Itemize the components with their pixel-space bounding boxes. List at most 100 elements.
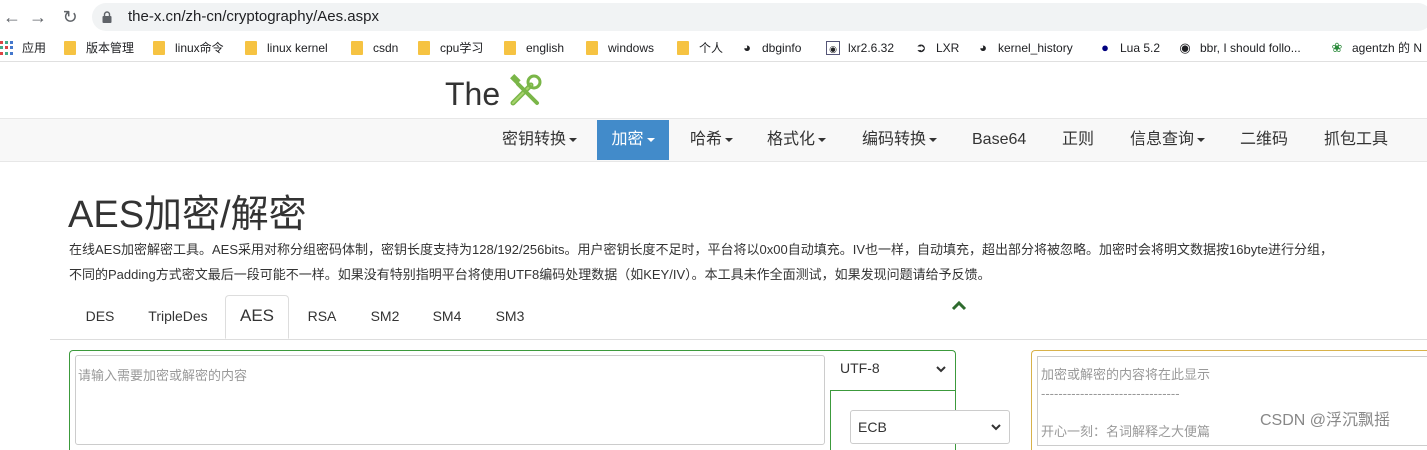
bookmark-label: lxr2.6.32: [848, 41, 895, 55]
bookmark-label: linux kernel: [267, 41, 328, 55]
url-text: the-x.cn/zh-cn/cryptography/Aes.aspx: [128, 8, 379, 25]
folder-icon: [64, 41, 76, 55]
bookmark-label: windows: [608, 41, 655, 55]
mode-select[interactable]: ECB: [850, 410, 1010, 444]
bookmark-label: linux命令: [175, 41, 224, 55]
folder-icon: [418, 41, 430, 55]
nav-label: 正则: [1062, 131, 1095, 148]
folder-icon: [586, 41, 598, 55]
plaintext-input[interactable]: 请输入需要加密或解密的内容: [75, 355, 825, 445]
globe-icon: ◕: [979, 40, 987, 55]
nav-item-encrypt[interactable]: 加密: [597, 120, 669, 160]
bookmark-item[interactable]: cpu学习: [418, 39, 483, 57]
bookmark-label: agentzh 的 N: [1352, 41, 1423, 55]
caret-down-icon: [929, 137, 938, 142]
bookmark-item[interactable]: 个人: [677, 39, 723, 57]
lock-icon: [102, 11, 112, 23]
caret-down-icon: [646, 137, 655, 142]
tab-sm4[interactable]: SM4: [422, 296, 472, 340]
bookmark-item[interactable]: csdn: [351, 39, 398, 57]
caret-down-icon: [1197, 137, 1206, 142]
nav-item-hash[interactable]: 哈希: [690, 119, 734, 161]
apps-grid-icon: [0, 41, 14, 55]
bookmark-item[interactable]: ◉ lxr2.6.32: [826, 39, 894, 57]
bookmark-item[interactable]: ◕ dbginfo: [740, 39, 801, 57]
bookmark-item[interactable]: windows: [586, 39, 654, 57]
nav-item-qrcode[interactable]: 二维码: [1240, 119, 1288, 161]
tab-aes[interactable]: AES: [225, 295, 289, 339]
bookmark-apps[interactable]: 应用: [0, 39, 46, 57]
nav-label: 哈希: [690, 131, 723, 148]
globe-icon: ◕: [743, 40, 751, 55]
nav-label: 二维码: [1240, 131, 1289, 148]
bookmark-label: bbr, I should follo...: [1200, 41, 1301, 55]
nav-item-packet-capture[interactable]: 抓包工具: [1324, 119, 1388, 161]
bookmark-label: LXR: [936, 41, 960, 55]
arrow-icon: ➲: [915, 40, 927, 55]
bookmark-label: 个人: [699, 41, 724, 55]
back-icon[interactable]: ←: [0, 5, 24, 29]
nav-label: Base64: [972, 131, 1027, 148]
forward-icon[interactable]: →: [26, 5, 50, 29]
nav-item-key-convert[interactable]: 密钥转换: [502, 119, 578, 161]
nav-item-encoding[interactable]: 编码转换: [862, 119, 938, 161]
caret-down-icon: [725, 137, 734, 142]
bookmark-label: english: [526, 41, 565, 55]
chevron-down-icon: [936, 366, 946, 373]
bookmark-item[interactable]: ➲ LXR: [914, 39, 960, 57]
description-line-2: 不同的Padding方式密文最后一段可能不一样。如果没有特别指明平台将使用UTF…: [69, 267, 991, 282]
bookmark-label: kernel_history: [998, 41, 1073, 55]
description-line-1: 在线AES加密解密工具。AES采用对称分组密码体制，密钥长度支持为128/192…: [69, 242, 1334, 257]
leaf-icon: ❀: [1331, 40, 1343, 55]
bookmark-item[interactable]: ❀ agentzh 的 N: [1330, 39, 1423, 57]
bookmark-item[interactable]: english: [504, 39, 564, 57]
bookmark-label: dbginfo: [762, 41, 802, 55]
bookmark-label: 应用: [22, 41, 47, 55]
encoding-select[interactable]: UTF-8: [829, 353, 954, 387]
tab-des[interactable]: DES: [72, 296, 128, 340]
output-textarea[interactable]: 加密或解密的内容将在此显示 --------------------------…: [1037, 356, 1427, 446]
page-title: AES加密/解密: [68, 194, 307, 236]
reload-icon[interactable]: ↻: [58, 5, 82, 29]
bookmark-item[interactable]: ◕ kernel_history: [976, 39, 1073, 57]
browser-toolbar: ← → ↻ the-x.cn/zh-cn/cryptography/Aes.as…: [0, 0, 1427, 34]
folder-icon: [677, 41, 689, 55]
bookmark-label: 版本管理: [86, 41, 135, 55]
chevron-up-icon[interactable]: [951, 299, 967, 311]
nav-label: 编码转换: [862, 131, 927, 148]
main-navbar: 密钥转换 加密 哈希 格式化 编码转换 Base64 正则 信息查询 二维码 抓…: [0, 118, 1427, 162]
tab-tripledes[interactable]: TripleDes: [140, 296, 216, 340]
bookmark-item[interactable]: ◉ bbr, I should follo...: [1178, 39, 1301, 57]
nav-label: 格式化: [767, 131, 816, 148]
bookmark-item[interactable]: linux kernel: [245, 39, 328, 57]
tab-sm3[interactable]: SM3: [485, 296, 535, 340]
nav-item-regex[interactable]: 正则: [1062, 119, 1094, 161]
chevron-down-icon: [991, 424, 1001, 431]
folder-icon: [351, 41, 363, 55]
nav-label: 密钥转换: [502, 131, 567, 148]
folder-icon: [504, 41, 516, 55]
nav-item-format[interactable]: 格式化: [767, 119, 827, 161]
folder-icon: [245, 41, 257, 55]
nav-label: 信息查询: [1130, 131, 1195, 148]
bookmark-item[interactable]: linux命令: [153, 39, 224, 57]
bookmark-label: Lua 5.2: [1120, 41, 1161, 55]
caret-down-icon: [818, 137, 827, 142]
nav-label: 抓包工具: [1324, 131, 1389, 148]
tab-sm2[interactable]: SM2: [360, 296, 410, 340]
caret-down-icon: [569, 137, 578, 142]
bookmark-item[interactable]: 版本管理: [64, 39, 134, 57]
tools-icon: [510, 74, 542, 106]
tabs-divider: [50, 339, 1427, 340]
bookmark-label: cpu学习: [440, 41, 484, 55]
nav-item-base64[interactable]: Base64: [972, 119, 1026, 161]
bookmarks-bar: 应用 版本管理 linux命令 linux kernel csdn cpu学习 …: [0, 34, 1427, 62]
tab-rsa[interactable]: RSA: [297, 296, 347, 340]
bookmark-item[interactable]: ● Lua 5.2: [1098, 39, 1160, 57]
encoding-value: UTF-8: [840, 360, 880, 376]
nav-item-info-query[interactable]: 信息查询: [1130, 119, 1206, 161]
nav-label: 加密: [611, 131, 644, 148]
site-logo-text[interactable]: The: [445, 76, 500, 113]
watermark-text: CSDN @浮沉飘摇: [1260, 412, 1391, 429]
address-bar[interactable]: the-x.cn/zh-cn/cryptography/Aes.aspx: [92, 3, 1427, 31]
